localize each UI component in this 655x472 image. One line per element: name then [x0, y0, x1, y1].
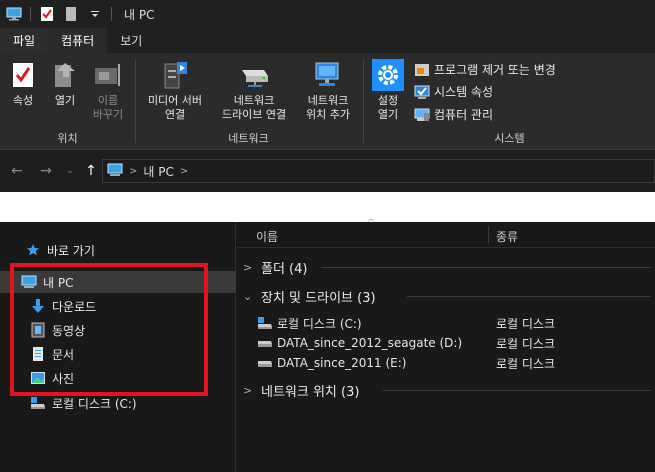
media-server-label-1: 미디어 서버	[147, 94, 203, 107]
breadcrumb-chevron-icon[interactable]: >	[129, 166, 137, 177]
address-bar-area: ← → ⌄ ↑ > 내 PC >	[0, 150, 655, 192]
map-drive-label-1: 네트워크	[233, 94, 275, 107]
group-location-label: 위치	[57, 132, 78, 145]
tab-view[interactable]: 보기	[107, 28, 155, 53]
open-settings-button[interactable]: 설정 열기	[370, 59, 406, 122]
column-name[interactable]: 이름	[256, 228, 278, 245]
ribbon: 속성 열기 이름 바꾸기 위치 미디어 서버 연결 네트워크 드라이브 연결 네…	[0, 53, 655, 150]
open-icon	[49, 59, 81, 91]
chevron-down-icon: ⌄	[243, 289, 253, 303]
red-highlight-box	[10, 263, 208, 396]
title-separator	[111, 7, 112, 21]
group-devices-label: 장치 및 드라이브 (3)	[261, 290, 376, 306]
breadcrumb-this-pc[interactable]: 내 PC	[143, 163, 173, 180]
rename-label-1: 이름	[97, 94, 119, 107]
drive-type: 로컬 디스크	[496, 316, 556, 331]
properties-label: 속성	[12, 94, 34, 107]
up-arrow-icon[interactable]: ↑	[83, 163, 99, 179]
computer-management-button[interactable]: 컴퓨터 관리	[414, 106, 493, 123]
group-system-label: 시스템	[494, 132, 525, 145]
computer-icon[interactable]	[6, 6, 22, 22]
network-drive-icon	[238, 59, 270, 91]
rename-button[interactable]: 이름 바꾸기	[88, 59, 128, 122]
system-properties-icon	[414, 84, 430, 100]
system-properties-label: 시스템 속성	[434, 85, 494, 99]
uninstall-program-button[interactable]: 프로그램 제거 또는 변경	[414, 61, 556, 78]
media-server-icon	[159, 59, 191, 91]
drive-type: 로컬 디스크	[496, 336, 556, 351]
column-header: ^ 이름 종류	[237, 218, 655, 248]
add-network-location-button[interactable]: 네트워크 위치 추가	[298, 59, 358, 122]
group-network: 미디어 서버 연결 네트워크 드라이브 연결 네트워크 위치 추가 네트워크	[136, 53, 361, 150]
forward-arrow-icon[interactable]: →	[38, 163, 54, 179]
uninstall-icon	[414, 62, 430, 78]
back-arrow-icon[interactable]: ←	[9, 163, 25, 179]
gear-icon	[372, 59, 404, 91]
tab-file[interactable]: 파일	[0, 28, 49, 53]
system-properties-button[interactable]: 시스템 속성	[414, 83, 493, 100]
group-location: 속성 열기 이름 바꾸기 위치	[0, 53, 135, 150]
list-item[interactable]: 로컬 디스크 (C:) 로컬 디스크	[237, 313, 655, 333]
group-folders-label: 폴더 (4)	[261, 261, 308, 277]
drive-name: DATA_since_2011 (E:)	[277, 356, 407, 370]
list-item[interactable]: DATA_since_2011 (E:) 로컬 디스크	[237, 353, 655, 373]
quick-access-dropdown-icon[interactable]	[87, 6, 103, 22]
ribbon-tabs: 파일 컴퓨터 보기	[0, 28, 655, 53]
group-line	[407, 296, 651, 297]
open-button[interactable]: 열기	[48, 59, 82, 108]
properties-check-icon[interactable]	[39, 6, 55, 22]
nav-label: 로컬 디스크 (C:)	[52, 396, 137, 411]
rename-label-2: 바꾸기	[92, 108, 124, 121]
add-location-label-1: 네트워크	[307, 94, 349, 107]
column-type[interactable]: 종류	[496, 228, 518, 245]
map-drive-label-2: 드라이브 연결	[221, 108, 287, 121]
nav-label: 바로 가기	[47, 243, 95, 258]
group-line	[321, 267, 651, 268]
content-pane: ^ 이름 종류 > 폴더 (4) ⌄ 장치 및 드라이브 (3) 로컬 디스크 …	[237, 218, 655, 472]
group-system: 설정 열기 프로그램 제거 또는 변경 시스템 속성 컴퓨터 관리 시스템	[364, 53, 655, 150]
local-disk-icon	[257, 315, 273, 331]
title-bar: 내 PC	[0, 0, 655, 28]
local-disk-icon	[30, 395, 46, 411]
computer-management-label: 컴퓨터 관리	[434, 108, 494, 122]
star-icon	[25, 242, 41, 258]
address-field[interactable]: > 내 PC >	[102, 159, 655, 183]
breadcrumb-chevron-icon[interactable]: >	[180, 166, 188, 177]
hard-drive-icon	[257, 335, 273, 351]
group-line	[383, 390, 651, 391]
open-label: 열기	[54, 94, 76, 107]
rename-icon	[92, 59, 124, 91]
add-location-label-2: 위치 추가	[306, 108, 350, 121]
chevron-right-icon: >	[243, 383, 253, 397]
group-network-label: 네트워크	[228, 132, 269, 145]
sort-caret-icon: ^	[367, 218, 376, 229]
drive-name: DATA_since_2012_seagate (D:)	[277, 336, 463, 350]
group-network-label: 네트워크 위치 (3)	[261, 384, 360, 400]
drive-name: 로컬 디스크 (C:)	[277, 316, 362, 331]
properties-button[interactable]: 속성	[6, 59, 40, 108]
media-server-label-2: 연결	[164, 108, 186, 121]
network-location-icon	[312, 59, 344, 91]
list-item[interactable]: DATA_since_2012_seagate (D:) 로컬 디스크	[237, 333, 655, 353]
window-title: 내 PC	[124, 7, 155, 22]
nav-quick-access[interactable]: 바로 가기	[0, 239, 236, 261]
computer-icon	[107, 163, 123, 180]
new-file-icon[interactable]	[63, 6, 79, 22]
recent-locations-chevron-icon[interactable]: ⌄	[62, 163, 78, 179]
hard-drive-icon	[257, 355, 273, 371]
media-server-button[interactable]: 미디어 서버 연결	[140, 59, 210, 122]
tab-computer[interactable]: 컴퓨터	[48, 28, 108, 53]
chevron-right-icon: >	[243, 260, 253, 274]
settings-label-1: 설정	[377, 94, 399, 107]
map-network-drive-button[interactable]: 네트워크 드라이브 연결	[212, 59, 296, 122]
column-divider[interactable]	[488, 226, 489, 244]
settings-label-2: 열기	[377, 108, 399, 121]
properties-icon	[7, 59, 39, 91]
drive-type: 로컬 디스크	[496, 356, 556, 371]
blank-region	[0, 192, 655, 222]
title-separator	[30, 7, 31, 21]
uninstall-label: 프로그램 제거 또는 변경	[434, 63, 556, 77]
computer-management-icon	[414, 107, 430, 123]
